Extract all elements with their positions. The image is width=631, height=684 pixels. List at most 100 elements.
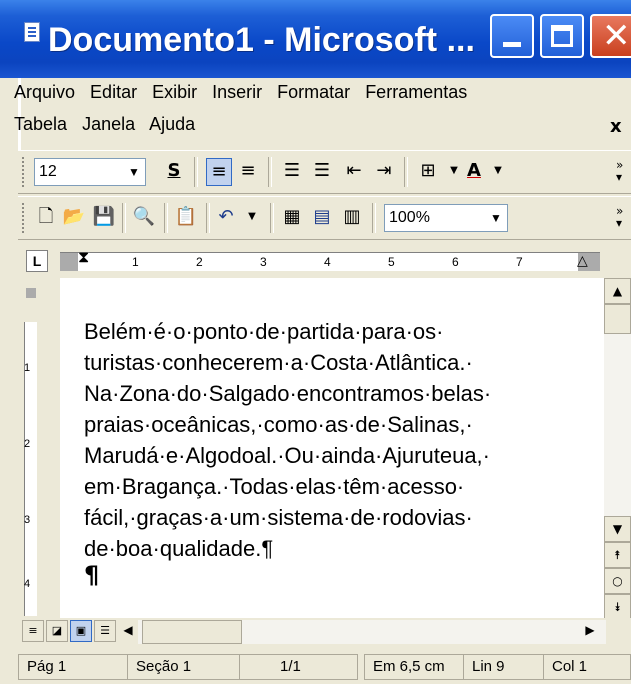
menu-exibir[interactable]: Exibir xyxy=(152,82,197,102)
menu-ajuda[interactable]: Ajuda xyxy=(149,114,195,134)
decrease-indent-icon[interactable]: ⇤ xyxy=(342,158,366,184)
ruler-area: L ⧗ 1 2 3 4 5 6 7 △ xyxy=(18,242,631,278)
underline-button[interactable]: S xyxy=(162,158,186,184)
columns-icon[interactable]: ▥ xyxy=(340,204,364,230)
text-line: de·boa·qualidade.¶ xyxy=(84,536,274,561)
menu-arquivo[interactable]: Arquivo xyxy=(14,82,75,102)
toolbar-separator xyxy=(206,203,210,233)
increase-indent-icon[interactable]: ⇥ xyxy=(372,158,396,184)
chevron-down-icon[interactable]: ▼ xyxy=(486,158,510,184)
text-line: turistas·conhecerem·a·Costa·Atlântica.· xyxy=(84,350,473,375)
next-page-button[interactable]: ⯯ xyxy=(604,594,631,620)
scroll-down-button[interactable]: ▼ xyxy=(604,516,631,542)
menu-formatar[interactable]: Formatar xyxy=(277,82,350,102)
status-line[interactable]: Lin 9 xyxy=(464,654,544,680)
menu-editar[interactable]: Editar xyxy=(90,82,137,102)
toolbar-separator xyxy=(270,203,274,233)
horizontal-ruler[interactable]: ⧗ 1 2 3 4 5 6 7 △ xyxy=(60,247,600,271)
menu-tabela[interactable]: Tabela xyxy=(14,114,67,134)
ruler-number: 4 xyxy=(24,578,31,590)
text-line: Na·Zona·do·Salgado·encontramos·belas· xyxy=(84,381,492,406)
zoom-select[interactable]: 100% ▼ xyxy=(384,204,508,232)
text-line: Belém·é·o·ponto·de·partida·para·os· xyxy=(84,319,444,344)
horizontal-scrollbar[interactable] xyxy=(138,620,606,644)
status-section[interactable]: Seção 1 xyxy=(128,654,240,680)
ruler-number: 2 xyxy=(24,438,31,450)
scroll-thumb[interactable] xyxy=(604,304,631,334)
toolbar-separator xyxy=(268,157,272,187)
text-cursor: ¶ xyxy=(84,561,100,589)
border-icon[interactable]: ⊞ xyxy=(416,158,440,184)
chevron-down-icon: ▼ xyxy=(490,211,502,225)
document-page[interactable]: Belém·é·o·ponto·de·partida·para·os· turi… xyxy=(60,278,608,618)
ruler-number: 5 xyxy=(388,255,395,269)
status-position[interactable]: Em 6,5 cm xyxy=(364,654,464,680)
toolbar-separator xyxy=(164,203,168,233)
ruler-margin xyxy=(60,253,78,271)
font-color-icon[interactable]: A xyxy=(462,158,486,184)
scroll-left-button[interactable]: ◀ xyxy=(116,618,140,642)
status-page[interactable]: Pág 1 xyxy=(18,654,128,680)
view-bar: ≡ ◪ ▣ ☰ ◀ ▶ xyxy=(18,618,631,646)
menu-ferramentas[interactable]: Ferramentas xyxy=(365,82,467,102)
title-bar[interactable]: Documento1 - Microsoft ... ✕ xyxy=(0,0,631,78)
toolbar-grip[interactable] xyxy=(22,203,28,233)
ruler-number: 1 xyxy=(24,362,31,374)
status-pages[interactable]: 1/1 xyxy=(240,654,358,680)
window-title: Documento1 - Microsoft ... xyxy=(48,21,475,59)
normal-view-icon[interactable]: ≡ xyxy=(22,620,44,642)
tab-selector-button[interactable]: L xyxy=(26,250,48,272)
web-view-icon[interactable]: ◪ xyxy=(46,620,68,642)
document-body[interactable]: Belém·é·o·ponto·de·partida·para·os· turi… xyxy=(84,316,604,564)
numbered-list-icon[interactable]: ☰ xyxy=(280,158,304,184)
text-line: Marudá·e·Algodoal.·Ou·ainda·Ajuruteua,· xyxy=(84,443,490,468)
ruler-number: 1 xyxy=(132,255,139,269)
browse-object-button[interactable]: ○ xyxy=(604,568,631,594)
toolbar-separator xyxy=(404,157,408,187)
menu-janela[interactable]: Janela xyxy=(82,114,135,134)
new-document-icon[interactable]: 🗋 xyxy=(34,204,58,230)
table-insert-icon[interactable]: ▦ xyxy=(280,204,304,230)
toolbar-overflow-icon[interactable]: » ▾ xyxy=(616,205,623,229)
close-icon: ✕ xyxy=(602,16,631,56)
maximize-icon xyxy=(551,25,573,47)
scroll-up-button[interactable]: ▲ xyxy=(604,278,631,304)
font-size-select[interactable]: 12 ▼ xyxy=(34,158,146,186)
word-document-icon[interactable] xyxy=(24,22,40,42)
status-column[interactable]: Col 1 xyxy=(544,654,631,680)
menu-row-2: Tabela Janela Ajuda xyxy=(14,114,205,144)
save-icon[interactable]: 💾 xyxy=(92,204,116,230)
ruler-number: 4 xyxy=(324,255,331,269)
toolbar-overflow-icon[interactable]: » ▾ xyxy=(616,159,623,183)
bullet-list-icon[interactable]: ☰ xyxy=(310,158,334,184)
toolbar-separator xyxy=(372,203,376,233)
toolbar-separator xyxy=(194,157,198,187)
vertical-scrollbar[interactable]: ▲ ▼ ⯭ ○ ⯯ xyxy=(604,278,631,620)
toolbar-grip[interactable] xyxy=(22,157,28,187)
ruler-number: 3 xyxy=(24,514,31,526)
align-left-icon[interactable]: ≡ xyxy=(206,158,232,186)
text-line: em·Bragança.·Todas·elas·têm·acesso· xyxy=(84,474,465,499)
close-button[interactable]: ✕ xyxy=(590,14,631,58)
chevron-down-icon[interactable]: ▼ xyxy=(240,204,264,230)
vertical-ruler[interactable]: 1 2 3 4 xyxy=(18,278,42,618)
indent-marker-icon[interactable]: ⧗ xyxy=(78,247,89,267)
ruler-margin xyxy=(26,288,36,298)
print-preview-icon[interactable]: 🔍 xyxy=(132,204,156,230)
open-icon[interactable]: 📂 xyxy=(62,204,86,230)
outline-view-icon[interactable]: ☰ xyxy=(94,620,116,642)
print-layout-view-icon[interactable]: ▣ xyxy=(70,620,92,642)
right-indent-icon[interactable]: △ xyxy=(577,253,588,269)
document-close-button[interactable]: x xyxy=(610,116,622,137)
scroll-thumb[interactable] xyxy=(142,620,242,644)
menu-row-1: Arquivo Editar Exibir Inserir Formatar F… xyxy=(14,82,477,112)
excel-insert-icon[interactable]: ▤ xyxy=(310,204,334,230)
undo-icon[interactable]: ↶ xyxy=(214,204,238,230)
minimize-button[interactable] xyxy=(490,14,534,58)
maximize-button[interactable] xyxy=(540,14,584,58)
paste-icon[interactable]: 📋 xyxy=(174,204,198,230)
menu-inserir[interactable]: Inserir xyxy=(212,82,262,102)
align-center-icon[interactable]: ≡ xyxy=(236,158,260,184)
previous-page-button[interactable]: ⯭ xyxy=(604,542,631,568)
scroll-right-button[interactable]: ▶ xyxy=(578,618,602,642)
